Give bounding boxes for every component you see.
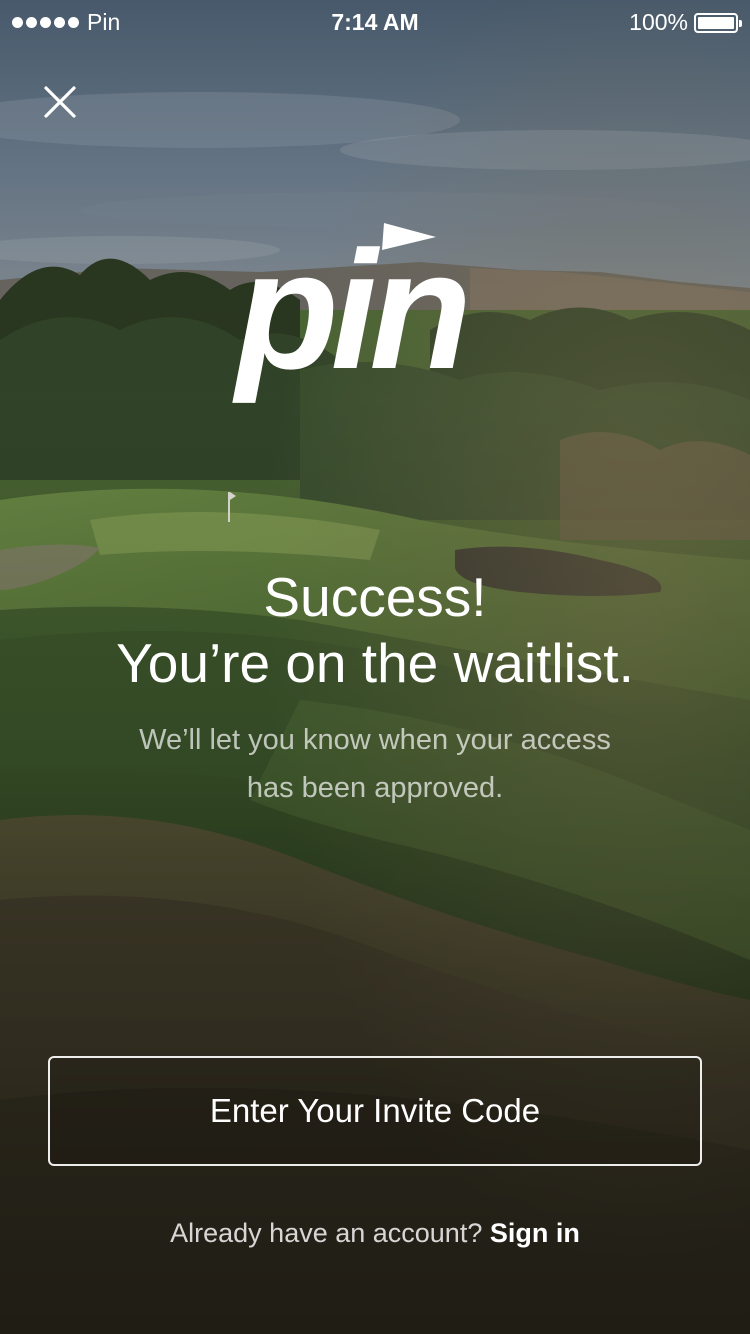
signin-prompt: Already have an account? Sign in <box>0 1218 750 1249</box>
pin-logo: pin <box>232 216 522 408</box>
sign-in-link[interactable]: Sign in <box>490 1218 580 1248</box>
close-icon <box>44 86 76 118</box>
signin-prompt-text: Already have an account? <box>170 1218 483 1248</box>
waitlist-screen: Pin 7:14 AM 100% pin Success! You’re on … <box>0 0 750 1334</box>
success-headline: Success! You’re on the waitlist. <box>0 564 750 696</box>
battery-icon <box>694 12 742 33</box>
headline-line-1: Success! <box>263 566 487 628</box>
description-line-2: has been approved. <box>246 772 504 804</box>
battery-percent: 100% <box>629 9 688 35</box>
headline-line-2: You’re on the waitlist. <box>116 632 634 694</box>
battery-fill <box>698 16 734 29</box>
battery-indicator: 100% <box>629 9 742 36</box>
waitlist-description: We’ll let you know when your access has … <box>100 716 650 812</box>
logo-wordmark: pin <box>232 218 465 404</box>
enter-invite-code-button[interactable]: Enter Your Invite Code <box>48 1056 702 1166</box>
status-bar: Pin 7:14 AM 100% <box>0 0 750 44</box>
description-line-1: We’ll let you know when your access <box>139 724 611 756</box>
invite-button-label: Enter Your Invite Code <box>209 1092 541 1129</box>
close-button[interactable] <box>36 78 84 126</box>
